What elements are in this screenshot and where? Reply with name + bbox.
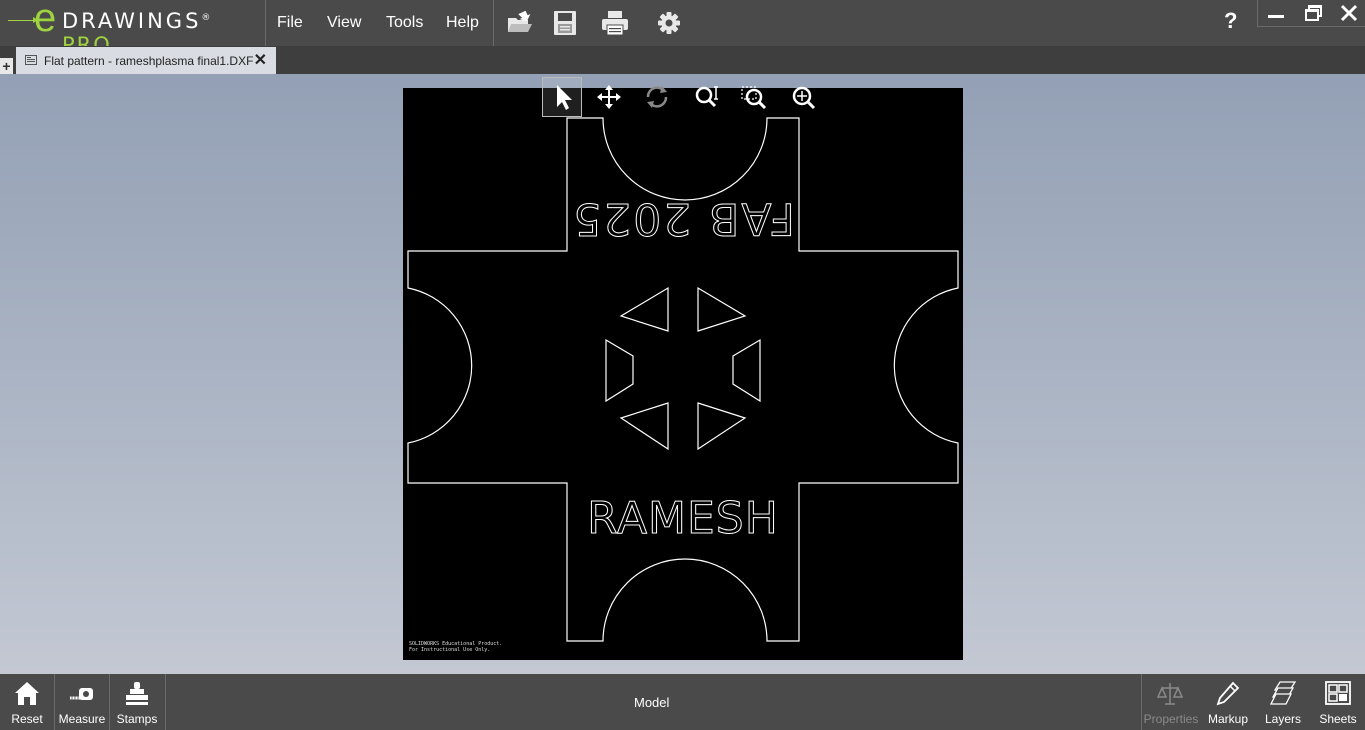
scale-icon — [1157, 683, 1183, 705]
select-icon[interactable] — [542, 77, 582, 117]
measure-label: Measure — [58, 712, 106, 726]
properties-label: Properties — [1143, 712, 1199, 726]
hex-cutout — [619, 402, 669, 451]
sheets-icon — [1325, 681, 1351, 705]
document-tab[interactable]: Flat pattern - rameshplasma final1.DXF ✕ — [16, 47, 276, 74]
rotate-icon[interactable] — [637, 77, 677, 117]
educational-watermark: SOLIDWORKS Educational Product. For Inst… — [409, 641, 502, 653]
pencil-icon — [1216, 681, 1240, 706]
restore-icon[interactable] — [1305, 5, 1322, 21]
print-icon[interactable] — [601, 10, 629, 36]
sheet-icon — [25, 55, 37, 65]
zoom-icon[interactable] — [686, 77, 726, 117]
save-icon[interactable] — [552, 10, 580, 36]
hex-cutout — [697, 402, 747, 451]
markup-label: Markup — [1207, 712, 1248, 726]
close-icon[interactable] — [1340, 0, 1358, 22]
markup-button[interactable]: Markup — [1201, 674, 1255, 730]
measure-button[interactable]: Measure — [55, 674, 109, 730]
layers-button[interactable]: Layers — [1256, 674, 1310, 730]
logo-e: e — [34, 0, 57, 40]
zoom-fit-icon[interactable] — [783, 77, 823, 117]
stamps-label: Stamps — [116, 712, 158, 726]
sheets-label: Sheets — [1319, 712, 1357, 726]
stamps-button[interactable]: Stamps — [110, 674, 164, 730]
menu-file[interactable]: File — [277, 14, 303, 32]
hex-cutout — [619, 286, 669, 332]
bottom-toolbar: Reset Measure Stamps Model Properties Ma… — [0, 674, 1365, 730]
view-toolbar — [541, 77, 831, 119]
tape-measure-icon — [70, 688, 93, 700]
edrawings-logo: e DRAWINGS® PRO — [4, 0, 264, 57]
zoom-area-icon[interactable] — [734, 77, 774, 117]
hex-cutout — [605, 338, 634, 403]
model-label[interactable]: Model — [634, 695, 669, 710]
hex-cutout — [697, 286, 747, 332]
logo-arrow-icon — [8, 17, 38, 23]
sheets-button[interactable]: Sheets — [1311, 674, 1365, 730]
menu-tools[interactable]: Tools — [386, 14, 423, 32]
minimize-icon[interactable] — [1268, 15, 1284, 18]
reset-button[interactable]: Reset — [0, 674, 54, 730]
document-tab-label: Flat pattern - rameshplasma final1.DXF — [44, 54, 254, 68]
window-controls — [1257, 0, 1365, 27]
pan-icon[interactable] — [589, 77, 629, 117]
help-button[interactable]: ? — [1224, 8, 1237, 34]
close-tab-icon[interactable]: ✕ — [254, 50, 267, 70]
reset-label: Reset — [11, 712, 43, 726]
menu-view[interactable]: View — [327, 14, 361, 32]
properties-button: Properties — [1143, 674, 1199, 730]
layers-icon — [1270, 681, 1296, 705]
open-icon[interactable] — [506, 10, 534, 36]
settings-icon[interactable] — [656, 10, 684, 36]
flat-pattern-drawing: FAB 2025 RAMESH — [407, 117, 959, 642]
logo-drawings: DRAWINGS — [62, 9, 202, 33]
hex-cutout — [732, 338, 761, 403]
watermark-line-2: For Instructional Use Only. — [409, 647, 491, 653]
menu-help[interactable]: Help — [446, 14, 479, 32]
logo-registered: ® — [201, 13, 211, 23]
drawing-text-bottom: RAMESH — [587, 493, 779, 544]
home-icon — [15, 682, 39, 705]
bottom-separator — [165, 674, 166, 730]
bottom-separator — [1141, 674, 1142, 730]
title-separator — [265, 0, 266, 46]
stamp-icon — [126, 682, 148, 705]
drawing-text-top: FAB 2025 — [571, 193, 795, 244]
drawing-canvas[interactable]: FAB 2025 RAMESH SOLIDWORKS Educational P… — [403, 88, 963, 660]
title-separator — [493, 0, 494, 46]
title-bar: e DRAWINGS® PRO File View Tools Help ? — [0, 0, 1365, 57]
new-tab-button[interactable]: + — [0, 58, 13, 74]
layers-label: Layers — [1264, 712, 1302, 726]
